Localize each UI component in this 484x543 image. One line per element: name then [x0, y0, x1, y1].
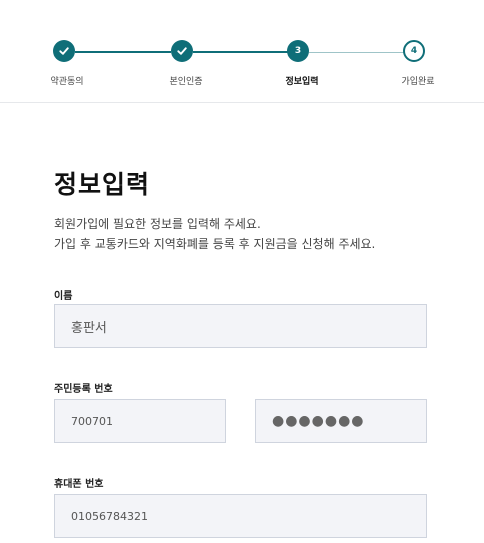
phone-field[interactable]: 01056784321: [54, 494, 427, 538]
step-connector-2: [193, 51, 288, 53]
rrn-label: 주민등록 번호: [54, 384, 113, 395]
name-field[interactable]: 홍판서: [54, 304, 427, 348]
step-connector-1: [75, 51, 171, 53]
rrn-front-field[interactable]: 700701: [54, 399, 226, 443]
page-description-line-2: 가입 후 교통카드와 지역화폐를 등록 후 지원금을 신청해 주세요.: [54, 237, 376, 251]
step-1-label: 약관동의: [50, 77, 84, 87]
step-4-label: 가입완료: [401, 77, 435, 87]
step-3-label: 정보입력: [285, 77, 319, 87]
rrn-back-masked-value: ●●●●●●●: [272, 413, 365, 429]
step-1-check-icon: [53, 40, 75, 62]
rrn-back-field[interactable]: ●●●●●●●: [255, 399, 427, 443]
phone-value: 01056784321: [71, 509, 148, 523]
step-3-number: 3: [294, 45, 302, 56]
page-description-line-1: 회원가입에 필요한 정보를 입력해 주세요.: [54, 217, 261, 231]
signup-stepper: 3 4 약관동의 본인인증 정보입력 가입완료: [0, 0, 484, 103]
step-2-check-icon: [171, 40, 193, 62]
step-connector-3: [309, 52, 404, 53]
step-3-indicator: 3: [287, 40, 309, 62]
step-2-label: 본인인증: [169, 77, 203, 87]
phone-label: 휴대폰 번호: [54, 479, 104, 490]
name-label: 이름: [54, 291, 73, 302]
page-title: 정보입력: [54, 170, 151, 199]
name-value: 홍판서: [71, 320, 107, 336]
step-4-number: 4: [410, 45, 418, 56]
rrn-front-value: 700701: [71, 414, 113, 428]
step-4-indicator: 4: [403, 40, 425, 62]
